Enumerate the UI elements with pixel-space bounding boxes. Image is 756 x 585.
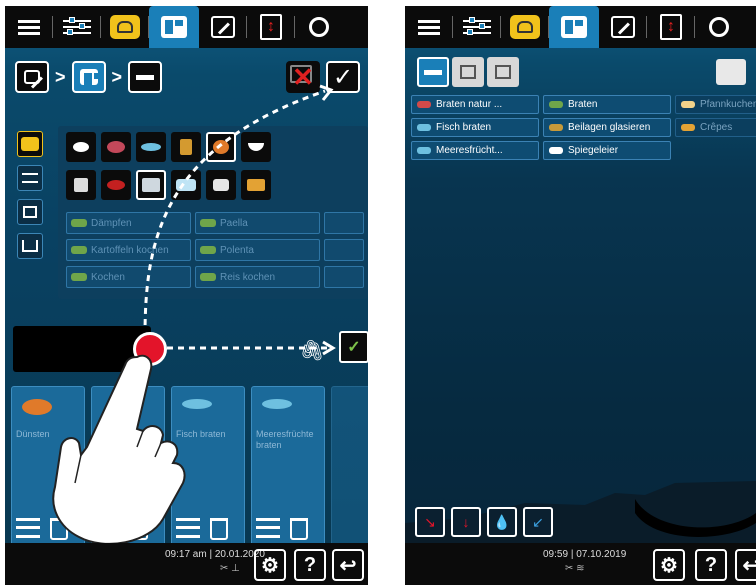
tab-baskets[interactable] — [487, 57, 519, 87]
list-item[interactable]: Beilagen glasieren — [543, 118, 671, 137]
edit-button[interactable] — [599, 6, 647, 48]
intelligent-cooking-button[interactable] — [501, 6, 549, 48]
settings-icon: ⚙ — [660, 554, 678, 577]
search-icon — [709, 17, 729, 37]
network-icon: ✂ ⊥ — [220, 563, 240, 574]
tab-single-programs[interactable] — [417, 57, 449, 87]
crepe-icon — [681, 124, 695, 131]
help-button[interactable]: ? — [294, 549, 326, 581]
program-list: Braten natur ... Braten Pfannkuchen Fisc… — [411, 95, 756, 164]
program-grid-icon — [561, 16, 587, 38]
edit-button[interactable] — [716, 59, 746, 85]
program-card[interactable]: Meeresfrüchte braten — [251, 386, 325, 549]
hand-pointer-illustration — [52, 354, 186, 545]
status-bar: 09:59 | 07.10.2019 ✂ ≋ ⚙ ? ↩ — [405, 543, 756, 585]
arrow-icon: ↘ — [424, 513, 436, 530]
list-item[interactable]: Crêpes — [675, 118, 756, 137]
settings-button[interactable]: ⚙ — [254, 549, 286, 581]
grid-icon — [460, 65, 476, 79]
grid-icon — [495, 65, 511, 79]
preheat-button[interactable]: ↘ — [415, 507, 445, 537]
egg-icon — [549, 147, 563, 154]
edit-icon — [611, 16, 635, 38]
clock: 09:17 am | 20.01.2020 — [165, 549, 265, 560]
list-item[interactable]: Spiegeleier — [543, 141, 671, 160]
sort-icon: ↕ — [660, 14, 682, 40]
list-item[interactable]: Braten natur ... — [411, 95, 539, 114]
sliders-icon — [463, 17, 491, 37]
clock: 09:59 | 07.10.2019 — [543, 549, 627, 560]
humidity-button[interactable]: 💧 — [487, 507, 517, 537]
meat-icon — [417, 101, 431, 108]
settings-icon: ⚙ — [261, 554, 279, 577]
cooling-button[interactable]: ↙ — [523, 507, 553, 537]
menu-icon — [418, 17, 440, 38]
screenshot: ↕ > > ✕ ✓ Dämpfen Paella Kartoffeln koch… — [0, 0, 756, 585]
fish-icon — [262, 399, 292, 409]
tab-shopping-cart[interactable] — [452, 57, 484, 87]
program-card[interactable] — [331, 386, 368, 549]
droplet-icon: 💧 — [493, 513, 511, 530]
menu-button[interactable] — [405, 6, 453, 48]
vegetable-icon — [549, 101, 563, 108]
checklist-icon[interactable]: ✓ — [339, 331, 368, 363]
cooking-step-buttons: ↘ ↓ 💧 ↙ — [415, 507, 553, 537]
search-button[interactable] — [695, 6, 743, 48]
settings-sliders-icon[interactable] — [256, 518, 280, 538]
seafood-icon — [417, 147, 431, 154]
clip-icon[interactable]: 🖇 — [298, 336, 326, 364]
settings-button[interactable]: ⚙ — [653, 549, 685, 581]
wifi-icon: ✂ ≋ — [565, 563, 585, 574]
list-item[interactable]: Braten — [543, 95, 671, 114]
settings-sliders-icon[interactable] — [16, 518, 40, 538]
list-item[interactable]: Pfannkuchen — [675, 95, 756, 114]
help-button[interactable]: ? — [695, 549, 727, 581]
back-button[interactable]: ↩ — [332, 549, 364, 581]
cool-down-icon: ↙ — [532, 513, 544, 530]
list-item[interactable]: Fisch braten — [411, 118, 539, 137]
status-bar: 09:17 am | 20.01.2020 ✂ ⊥ ⚙ ? ↩ — [5, 543, 368, 585]
list-row: Meeresfrücht... Spiegeleier — [411, 141, 756, 160]
programming-tab[interactable] — [549, 6, 599, 48]
list-row: Fisch braten Beilagen glasieren Crêpes — [411, 118, 756, 137]
fish-icon — [417, 124, 431, 131]
trash-icon[interactable] — [210, 518, 228, 540]
view-tabs — [417, 57, 519, 87]
back-button[interactable]: ↩ — [735, 549, 756, 581]
arrow-icon: ↓ — [462, 514, 470, 530]
load-button[interactable]: ↓ — [451, 507, 481, 537]
single-program-icon — [424, 69, 442, 75]
list-row: Braten natur ... Braten Pfannkuchen — [411, 95, 756, 114]
trash-icon[interactable] — [290, 518, 308, 540]
list-item[interactable]: Meeresfrücht... — [411, 141, 539, 160]
sliders-button[interactable] — [453, 6, 501, 48]
pancake-icon — [681, 101, 695, 108]
toque-icon — [510, 15, 540, 39]
right-device-screen: ↕ Braten natur ... Braten Pfannkuchen Fi… — [405, 6, 756, 585]
left-device-screen: ↕ > > ✕ ✓ Dämpfen Paella Kartoffeln koch… — [5, 6, 368, 585]
glaze-icon — [549, 124, 563, 131]
sort-button[interactable]: ↕ — [647, 6, 695, 48]
top-nav-bar: ↕ — [405, 6, 756, 48]
